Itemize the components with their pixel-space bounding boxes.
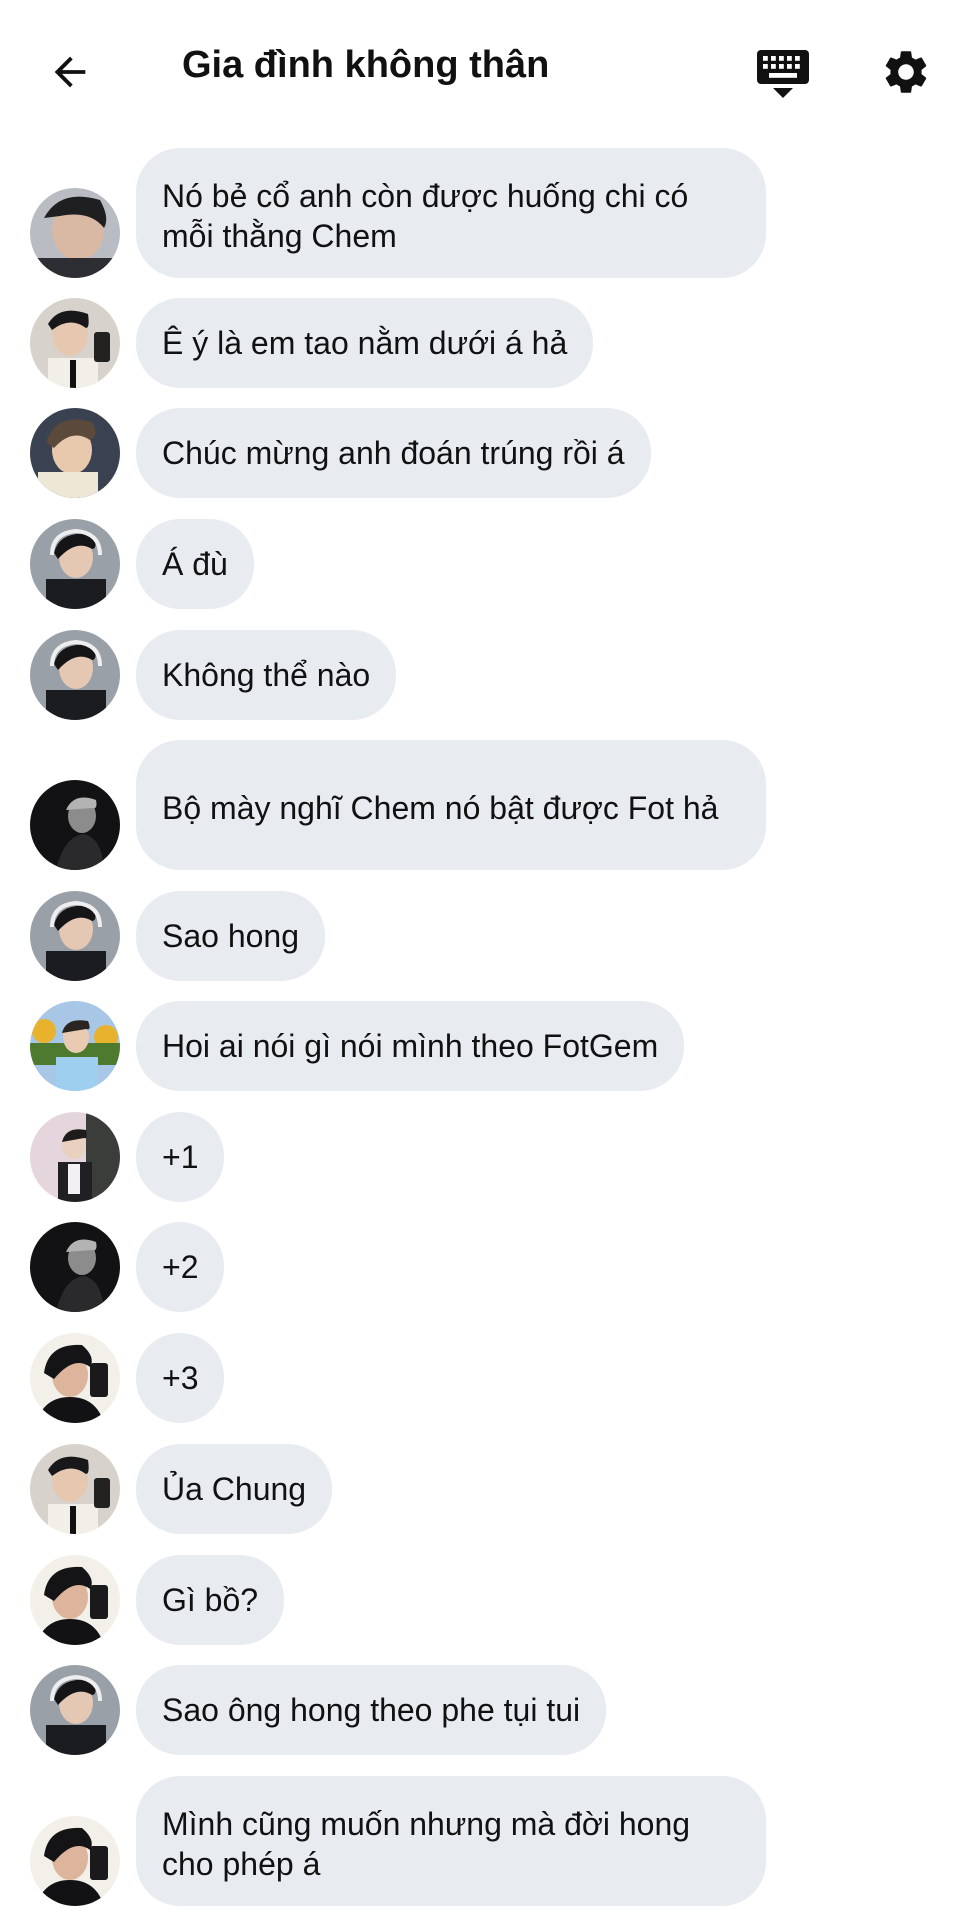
message-bubble[interactable]: +1 [136, 1112, 225, 1202]
avatar[interactable] [30, 630, 120, 720]
message-bubble[interactable]: Á đù [136, 519, 254, 609]
message-text: Hoi ai nói gì nói mình theo FotGem [162, 1028, 659, 1064]
back-button[interactable] [40, 42, 100, 102]
message-text: Gì bồ? [162, 1582, 259, 1618]
message-text: Ủa Chung [162, 1471, 307, 1507]
avatar[interactable] [30, 780, 120, 870]
message-text: +3 [162, 1360, 199, 1396]
message-text: Sao hong [162, 918, 300, 954]
message-bubble[interactable]: Nó bẻ cổ anh còn được huống chi có mỗi t… [136, 148, 766, 278]
message-bubble[interactable]: Sao ông hong theo phe tụi tui [136, 1665, 607, 1755]
message-text: +2 [162, 1249, 199, 1285]
avatar[interactable] [30, 1333, 120, 1423]
arrow-left-icon [54, 56, 86, 88]
avatar[interactable] [30, 1222, 120, 1312]
message-bubble[interactable]: Ê ý là em tao nằm dưới á hả [136, 298, 594, 388]
avatar[interactable] [30, 519, 120, 609]
message-text: Bộ mày nghĩ Chem nó bật được Fot hả [162, 790, 719, 826]
avatar[interactable] [30, 408, 120, 498]
avatar[interactable] [30, 1001, 120, 1091]
message-text: Chúc mừng anh đoán trúng rồi á [162, 435, 625, 471]
message-bubble[interactable]: Bộ mày nghĩ Chem nó bật được Fot hả [136, 740, 766, 870]
message-text: +1 [162, 1139, 199, 1175]
message-text: Á đù [162, 546, 228, 582]
chat-header: Gia đình không thân [0, 0, 965, 140]
avatar[interactable] [30, 1665, 120, 1755]
avatar[interactable] [30, 1816, 120, 1906]
gear-icon [885, 51, 927, 93]
message-text: Sao ông hong theo phe tụi tui [162, 1692, 581, 1728]
message-text: Mình cũng muốn nhưng mà đời hong cho phé… [162, 1806, 691, 1882]
keyboard-toggle-button[interactable] [752, 44, 814, 104]
avatar[interactable] [30, 1444, 120, 1534]
message-bubble[interactable]: +2 [136, 1222, 225, 1312]
avatar[interactable] [30, 188, 120, 278]
keyboard-hide-icon [757, 50, 809, 98]
message-bubble[interactable]: Gì bồ? [136, 1555, 285, 1645]
avatar[interactable] [30, 1112, 120, 1202]
message-text: Nó bẻ cổ anh còn được huống chi có mỗi t… [162, 178, 689, 254]
chat-title: Gia đình không thân [182, 44, 550, 86]
message-text: Ê ý là em tao nằm dưới á hả [162, 325, 568, 361]
message-bubble[interactable]: Chúc mừng anh đoán trúng rồi á [136, 408, 651, 498]
avatar[interactable] [30, 298, 120, 388]
message-bubble[interactable]: Mình cũng muốn nhưng mà đời hong cho phé… [136, 1776, 766, 1906]
message-bubble[interactable]: +3 [136, 1333, 225, 1423]
avatar[interactable] [30, 1555, 120, 1645]
message-bubble[interactable]: Không thể nào [136, 630, 397, 720]
message-text: Không thể nào [162, 657, 371, 693]
settings-button[interactable] [876, 42, 936, 102]
message-bubble[interactable]: Sao hong [136, 891, 326, 981]
message-bubble[interactable]: Hoi ai nói gì nói mình theo FotGem [136, 1001, 685, 1091]
message-bubble[interactable]: Ủa Chung [136, 1444, 333, 1534]
avatar[interactable] [30, 891, 120, 981]
